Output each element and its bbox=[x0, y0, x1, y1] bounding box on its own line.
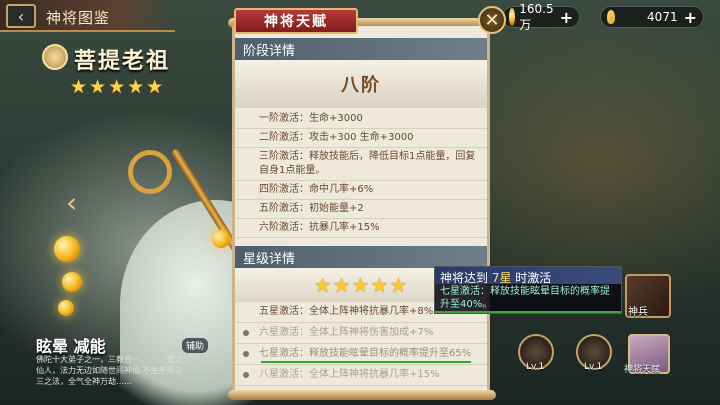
stage-row: 二阶激活：攻击+300 生命+3000 bbox=[235, 129, 487, 148]
hero-star-rating: ★★★★★ bbox=[70, 76, 166, 98]
skill-level-1: Lv.1 bbox=[526, 362, 545, 372]
stage-row: 三阶激活：释放技能后，降低目标1点能量，回复自身1点能量。 bbox=[235, 148, 487, 181]
hero-talent-label: 神将天赋 bbox=[624, 365, 661, 375]
prev-hero-arrow[interactable]: ‹ bbox=[66, 186, 77, 219]
gold-orb bbox=[54, 236, 80, 262]
tooltip-title-star: 7星 bbox=[491, 271, 512, 285]
star-level-row[interactable]: 六星激活：全体上阵神将伤害加成+7% bbox=[235, 323, 487, 344]
scroll-rod-bottom bbox=[228, 390, 496, 400]
stage-row: 六阶激活：抗暴几率+15% bbox=[235, 219, 487, 238]
skill-description: 佛陀十大弟子之一，三教合一，…… 重之仙人，法力无边如随世间神仙 不生不灭三三之… bbox=[36, 355, 183, 386]
star-level-text: 七星激活：释放技能眩晕目标的概率提升至65% bbox=[259, 348, 472, 359]
tooltip-title: 神将达到 7星 时激活 bbox=[435, 267, 621, 285]
title-plate: ‹ 神将图鉴 bbox=[0, 0, 175, 32]
talent-panel-body[interactable]: 阶段详情 八阶 一阶激活：生命+3000 二阶激活：攻击+300 生命+3000… bbox=[232, 26, 490, 394]
close-x-icon: ✕ bbox=[484, 9, 500, 31]
tooltip-underline bbox=[435, 311, 621, 313]
coin-icon bbox=[509, 8, 516, 26]
stage-row: 一阶激活：生命+3000 bbox=[235, 110, 487, 129]
stage-row: 四阶激活：命中几率+6% bbox=[235, 181, 487, 200]
back-button[interactable]: ‹ bbox=[6, 4, 36, 28]
faction-emblem-icon bbox=[42, 44, 68, 70]
stage-section-header: 阶段详情 bbox=[235, 38, 487, 60]
hero-name: 菩提老祖 bbox=[74, 49, 171, 74]
add-gems-button[interactable]: + bbox=[684, 8, 697, 27]
coin-counter: 160.5万 + bbox=[502, 2, 580, 32]
tooltip-title-prefix: 神将达到 bbox=[440, 271, 492, 285]
back-arrow-icon: ‹ bbox=[17, 6, 25, 26]
gold-ingot-icon bbox=[607, 10, 616, 24]
page-title: 神将图鉴 bbox=[46, 9, 111, 27]
star-level-row-selected[interactable]: 七星激活：释放技能眩晕目标的概率提升至65% bbox=[235, 344, 487, 365]
talent-panel: 神将天赋 阶段详情 八阶 一阶激活：生命+3000 二阶激活：攻击+300 生命… bbox=[228, 6, 496, 403]
locked-dot-icon bbox=[243, 351, 249, 357]
rank-title: 八阶 bbox=[341, 75, 381, 96]
star-level-row[interactable]: 八星激活：全体上阵神将抗暴几率+15% bbox=[235, 365, 487, 386]
skill-level-2: Lv.1 bbox=[584, 362, 603, 372]
highlight-underline bbox=[261, 361, 471, 363]
divine-weapon-label: 神兵 bbox=[628, 307, 648, 318]
locked-dot-icon bbox=[243, 330, 249, 336]
role-badge: 辅助 bbox=[182, 338, 209, 353]
star-level-text: 六星激活：全体上阵神将伤害加成+7% bbox=[259, 327, 434, 338]
panel-title: 神将天赋 bbox=[234, 8, 358, 34]
star-level-text: 五星激活：全体上阵神将抗暴几率+8% bbox=[259, 306, 434, 317]
rank-banner: 八阶 bbox=[235, 60, 487, 108]
tooltip-title-suffix: 时激活 bbox=[511, 271, 552, 285]
star-tooltip: 神将达到 7星 时激活 七星激活：释放技能眩晕目标的概率提升至40%。 bbox=[434, 266, 622, 314]
star-section-header: 星级详情 bbox=[235, 246, 487, 268]
gold-orb bbox=[58, 300, 74, 316]
locked-dot-icon bbox=[243, 372, 249, 378]
coin-amount: 160.5万 bbox=[519, 1, 554, 32]
stage-list: 一阶激活：生命+3000 二阶激活：攻击+300 生命+3000 三阶激活：释放… bbox=[235, 108, 487, 240]
close-button[interactable]: ✕ bbox=[478, 6, 506, 34]
tooltip-body: 七星激活：释放技能眩晕目标的概率提升至40%。 bbox=[440, 286, 610, 310]
gem-counter: 4071 + bbox=[600, 6, 704, 28]
stage-row: 五阶激活：初始能量+2 bbox=[235, 200, 487, 219]
star-level-text: 八星激活：全体上阵神将抗暴几率+15% bbox=[259, 369, 440, 380]
add-coins-button[interactable]: + bbox=[560, 8, 573, 27]
staff-ring bbox=[128, 150, 172, 194]
gold-orb bbox=[62, 272, 82, 292]
star-icons: ★★★★★ bbox=[313, 273, 409, 297]
gem-amount: 4071 bbox=[647, 10, 678, 24]
